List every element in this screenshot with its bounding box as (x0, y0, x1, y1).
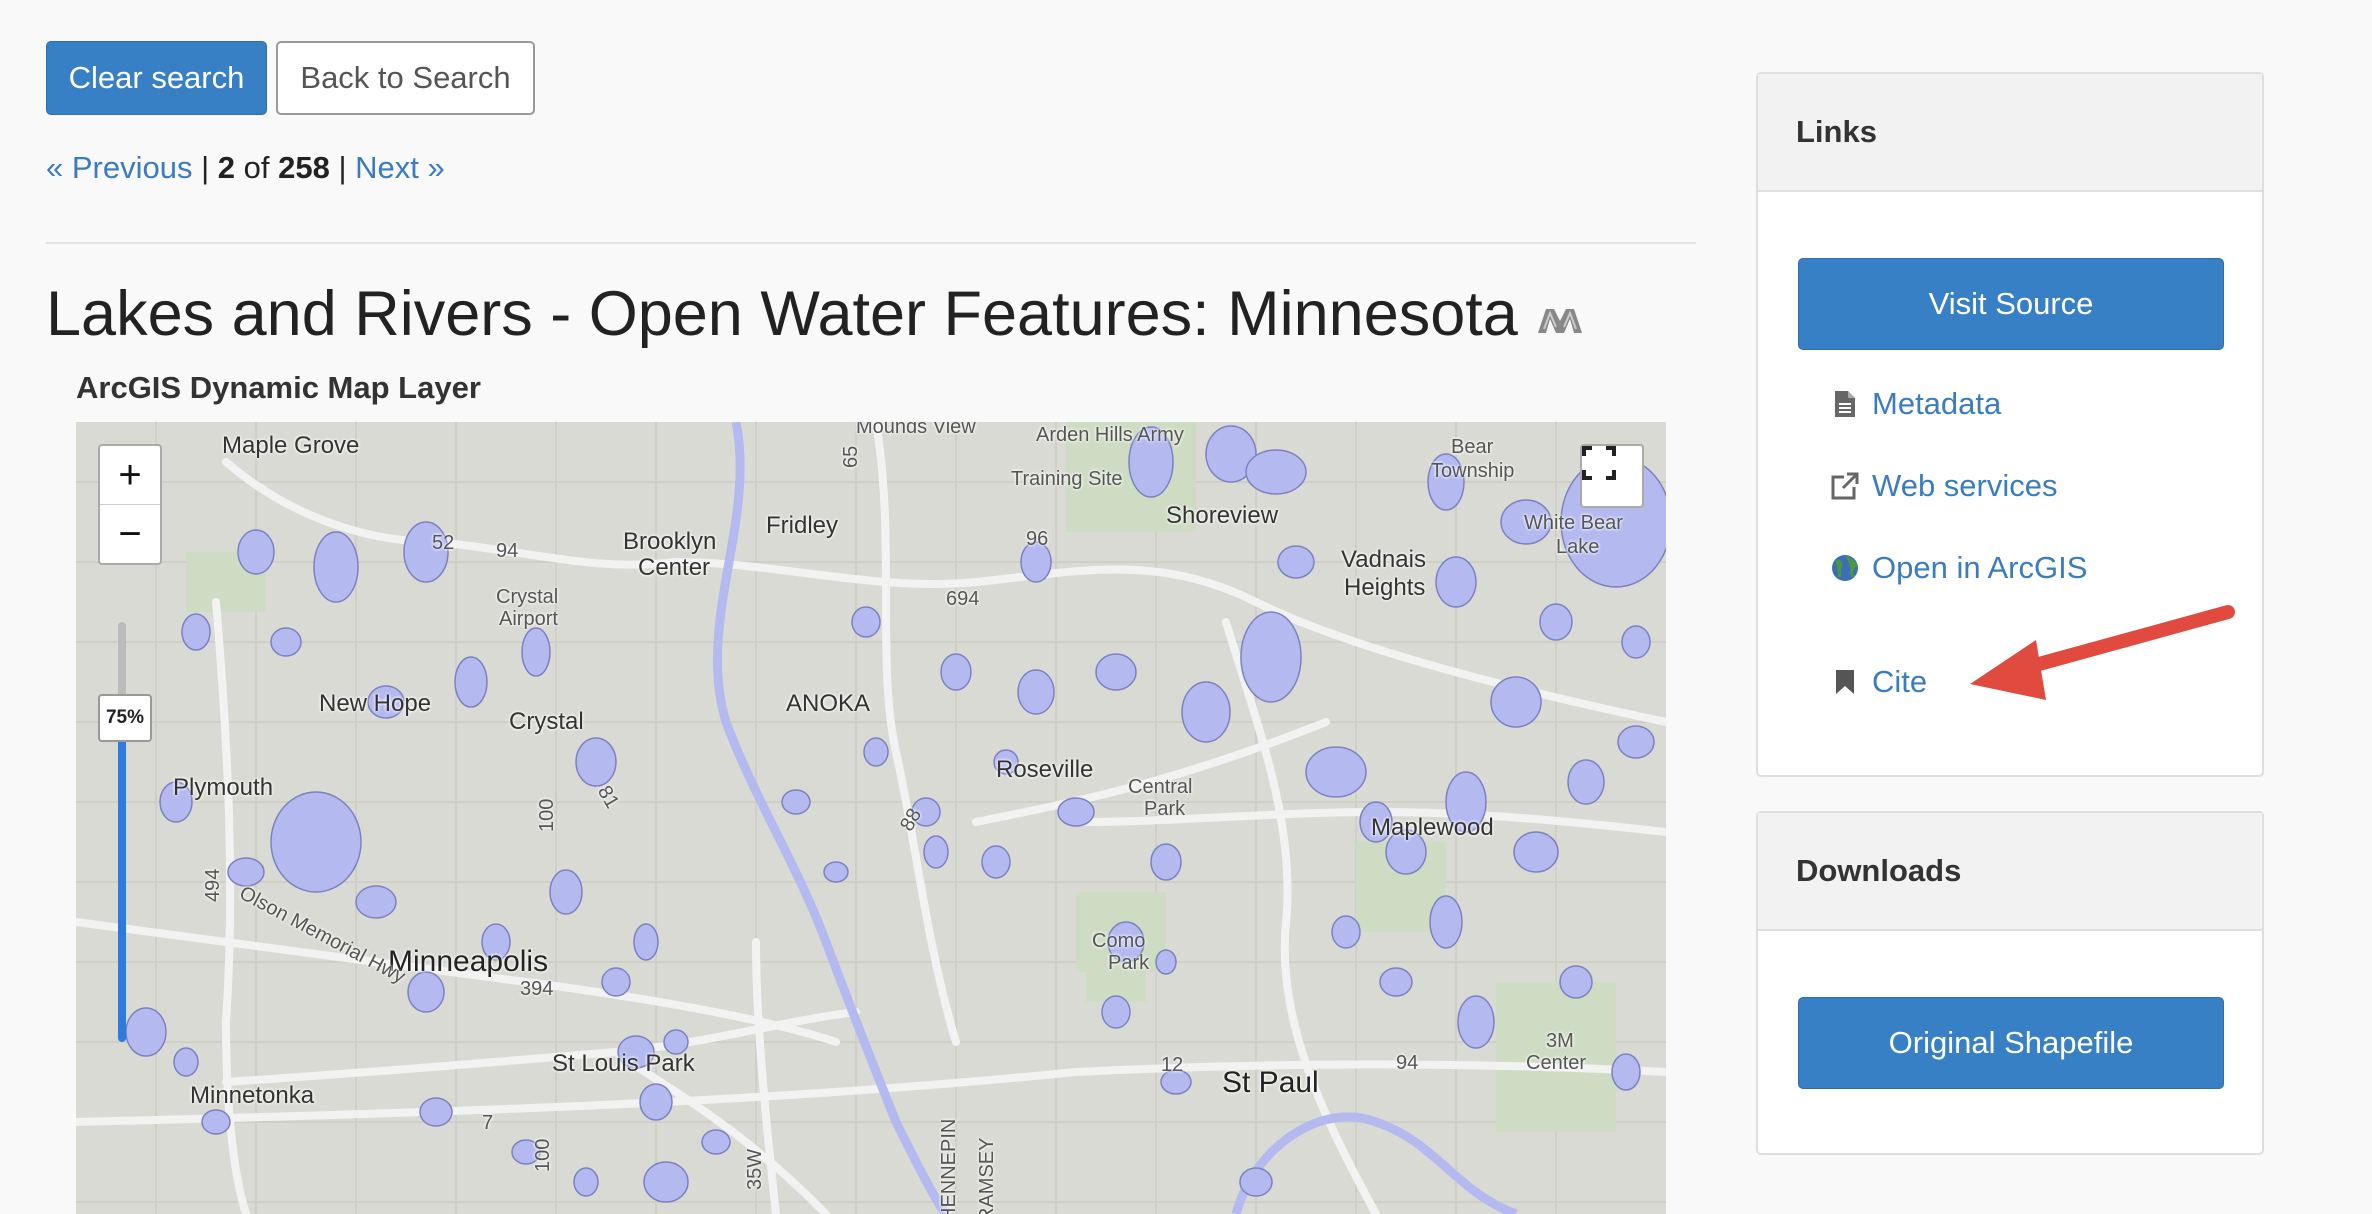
map-label-minnetonka: Minnetonka (190, 1082, 315, 1109)
map-label-white-bear: White Bear (1524, 512, 1623, 534)
map-label-st-louis-park: St Louis Park (552, 1050, 695, 1077)
road-label-94-east: 94 (1396, 1052, 1419, 1074)
road-label-35w: 35W (744, 1148, 766, 1190)
zoom-control: + − (98, 444, 162, 565)
county-label-ramsey: RAMSEY (976, 1137, 998, 1214)
map-label-shoreview: Shoreview (1166, 502, 1279, 529)
globe-icon (1830, 552, 1860, 584)
road-label-52: 52 (432, 532, 455, 554)
map-label-new-hope: New Hope (319, 690, 432, 717)
road-label-7: 7 (482, 1112, 494, 1134)
metadata-link[interactable]: Metadata (1830, 386, 2001, 422)
map-label-como-park: Park (1108, 952, 1150, 974)
zoom-out-button[interactable]: − (100, 504, 160, 563)
pagination: « Previous | 2 of 258 | Next » (46, 150, 445, 186)
clear-search-button[interactable]: Clear search (46, 41, 267, 115)
cite-link[interactable]: Cite (1830, 664, 1927, 700)
map-label-training-site: Training Site (1011, 468, 1123, 490)
fullscreen-button[interactable] (1580, 444, 1644, 508)
divider (46, 242, 1696, 244)
downloads-panel: Downloads Original Shapefile (1756, 811, 2264, 1155)
document-icon (1830, 388, 1860, 420)
previous-link[interactable]: « Previous (46, 150, 192, 185)
map-label-maple-grove: Maple Grove (222, 432, 360, 459)
map-viewer[interactable]: Minneapolis Maple Grove Mounds View Arde… (76, 422, 1666, 1214)
opacity-slider-handle[interactable]: 75% (98, 694, 152, 742)
current-index: 2 (217, 150, 236, 185)
bookmark-icon (1830, 666, 1860, 698)
road-label-100-south: 100 (532, 1138, 554, 1172)
map-label-mounds-view: Mounds View (856, 422, 976, 438)
map-label-central: Central (1128, 776, 1193, 798)
map-label-crystal-1: Crystal (496, 586, 559, 608)
map-label-township: Township (1431, 460, 1515, 482)
county-label-hennepin: HENNEPIN (938, 1118, 960, 1214)
visit-source-button[interactable]: Visit Source (1798, 258, 2224, 350)
map-label-3m-center: Center (1526, 1052, 1587, 1074)
total-count: 258 (278, 150, 330, 185)
page-title-text: Lakes and Rivers - Open Water Features: … (46, 279, 1518, 349)
original-shapefile-button[interactable]: Original Shapefile (1798, 997, 2224, 1089)
open-in-arcgis-link[interactable]: Open in ArcGIS (1830, 550, 2087, 586)
road-label-494: 494 (202, 868, 224, 902)
map-label-crystal: Crystal (509, 708, 584, 735)
map-label-vadnais: Vadnais (1341, 546, 1426, 573)
map-label-arden-hills: Arden Hills Army (1036, 424, 1184, 446)
external-link-icon (1830, 470, 1860, 502)
pager-separator: | (201, 150, 218, 185)
road-label-96: 96 (1026, 528, 1049, 550)
map-label-maplewood: Maplewood (1371, 814, 1494, 841)
map-label-plymouth: Plymouth (173, 774, 274, 801)
road-label-100: 100 (536, 798, 558, 832)
links-heading: Links (1758, 74, 2262, 192)
university-logo-icon (1536, 278, 1584, 350)
map-label-center: Center (638, 554, 711, 581)
map-label-como: Como (1092, 930, 1146, 952)
downloads-heading: Downloads (1758, 813, 2262, 931)
map-label-heights: Heights (1344, 574, 1426, 601)
open-in-arcgis-label: Open in ArcGIS (1872, 550, 2088, 585)
map-label-minneapolis: Minneapolis (388, 945, 549, 978)
next-link[interactable]: Next » (355, 150, 445, 185)
zoom-in-button[interactable]: + (100, 446, 160, 504)
web-services-link[interactable]: Web services (1830, 468, 2058, 504)
road-label-94: 94 (496, 540, 519, 562)
map-label-roseville: Roseville (996, 756, 1094, 783)
map-label-brooklyn: Brooklyn (623, 528, 717, 555)
map-label-anoka: ANOKA (786, 690, 871, 717)
layer-type-label: ArcGIS Dynamic Map Layer (76, 370, 481, 405)
map-label-3m: 3M (1546, 1030, 1574, 1052)
page-title: Lakes and Rivers - Open Water Features: … (46, 278, 1584, 350)
road-label-694: 694 (946, 588, 980, 610)
map-label-lake: Lake (1556, 536, 1600, 558)
road-label-65: 65 (840, 445, 862, 468)
map-label-fridley: Fridley (766, 512, 839, 539)
cite-label: Cite (1872, 664, 1928, 699)
map-label-central-park: Park (1144, 798, 1186, 820)
fullscreen-icon (1582, 446, 1616, 480)
road-label-394: 394 (520, 978, 554, 1000)
annotation-arrow (1970, 605, 2235, 700)
back-to-search-button[interactable]: Back to Search (276, 41, 535, 115)
map-label-bear: Bear (1451, 436, 1494, 458)
metadata-label: Metadata (1872, 386, 2002, 421)
of-label: of (243, 150, 270, 185)
map-label-airport: Airport (499, 608, 558, 630)
web-services-label: Web services (1872, 468, 2058, 503)
road-label-12: 12 (1161, 1054, 1184, 1076)
opacity-slider-fill (118, 727, 126, 1042)
map-label-st-paul: St Paul (1222, 1066, 1319, 1099)
pager-separator: | (338, 150, 356, 185)
